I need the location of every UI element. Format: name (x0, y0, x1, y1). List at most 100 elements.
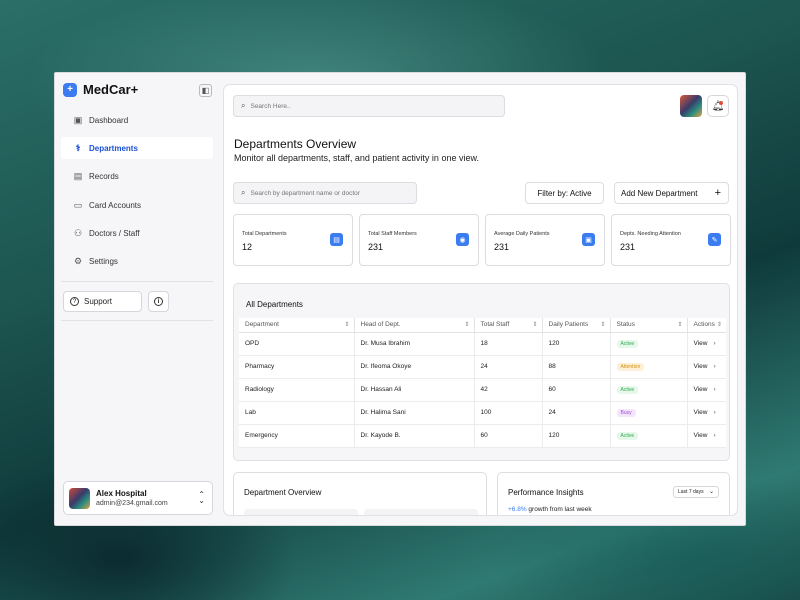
info-button[interactable]: i (148, 291, 169, 312)
document-icon: ▤ (330, 233, 343, 246)
table-title: All Departments (246, 300, 303, 309)
column-header-label: Department (245, 321, 279, 329)
filter-dropdown[interactable]: Filter by: Active (525, 182, 604, 204)
notifications-button[interactable]: 🔔︎ (707, 95, 729, 117)
sidebar-item-label: Settings (89, 257, 118, 267)
chevron-right-icon: › (713, 432, 716, 439)
status-cell: Attention (610, 355, 688, 379)
collapse-sidebar-button[interactable]: ◧ (199, 84, 212, 97)
main-panel: ⌕ 🔔︎ Departments Overview Monitor all de… (223, 84, 738, 516)
performance-insights-title: Performance Insights (508, 488, 584, 497)
staff-cell: 100 (474, 401, 543, 425)
actions-cell: View › (687, 355, 726, 379)
column-header[interactable]: Actions ⇕ (687, 318, 726, 333)
add-department-button[interactable]: Add New Department + (614, 182, 729, 204)
user-icon: ◉ (456, 233, 469, 246)
column-header[interactable]: Daily Patients ⇕ (542, 318, 611, 333)
head-cell: Dr. Musa Ibrahim (354, 332, 475, 356)
sidebar-item-label: Departments (89, 143, 138, 153)
dashboard-icon: ▣ (73, 114, 83, 125)
staff-cell: 60 (474, 424, 543, 448)
table-row: OPD Dr. Musa Ibrahim 18 120 Active View › (239, 332, 726, 356)
sort-icon: ⇕ (716, 322, 722, 328)
table-row: Emergency Dr. Kayode B. 60 120 Active View › (239, 424, 726, 448)
view-button[interactable]: View › (694, 386, 716, 393)
page-title: Departments Overview (234, 137, 357, 151)
sidebar-item-doctors-staff[interactable]: ⚇ Doctors / Staff (61, 223, 213, 245)
avatar[interactable] (680, 95, 702, 117)
global-search-input[interactable] (250, 102, 488, 110)
growth-value: +6.8% (508, 506, 527, 513)
column-header-label: Actions (693, 321, 715, 329)
staff-cell: 18 (474, 332, 543, 356)
sidebar-item-departments[interactable]: ⚕ Departments (61, 137, 213, 160)
sort-icon: ⇕ (677, 322, 683, 328)
sort-icon: ⇕ (344, 322, 350, 328)
department-overview-title: Department Overview (244, 488, 322, 497)
info-icon: i (154, 297, 163, 306)
departments-icon: ⚕ (75, 142, 81, 153)
view-label: View (693, 340, 708, 347)
user-email: admin@234.gmail.com (96, 500, 168, 507)
department-cell: Pharmacy (239, 355, 355, 379)
table-row: Pharmacy Dr. Ifeoma Okoye 24 88 Attention Vie… (239, 355, 726, 379)
department-search-input[interactable] (250, 189, 408, 197)
patients-cell: 60 (542, 378, 611, 402)
chevron-right-icon: › (713, 363, 716, 370)
department-search[interactable]: ⌕ (233, 182, 417, 204)
view-button[interactable]: View › (694, 340, 716, 347)
stat-label: Total Departments (242, 231, 287, 237)
chevron-down-icon: ⌄ (708, 489, 714, 495)
view-button[interactable]: View › (694, 363, 716, 370)
patients-cell: 24 (542, 401, 611, 425)
chevron-right-icon: › (713, 340, 716, 347)
avatar (69, 487, 90, 509)
stat-card: Depts. Needing Attention 231 ✎ (611, 214, 731, 266)
view-button[interactable]: View › (694, 409, 716, 416)
stat-card: Total Staff Members 231 ◉ (359, 214, 479, 266)
page-subtitle: Monitor all departments, staff, and pati… (234, 153, 479, 163)
card-icon: ▭ (73, 199, 83, 210)
column-header[interactable]: Department ⇕ (239, 318, 355, 333)
sidebar-item-card-accounts[interactable]: ▭ Card Accounts (61, 194, 213, 216)
column-header[interactable]: Head of Dept. ⇕ (354, 318, 475, 333)
sidebar-item-settings[interactable]: ⚙ Settings (61, 251, 213, 273)
period-select[interactable]: Last 7 days ⌄ (673, 486, 719, 498)
column-header-label: Total Staff (480, 321, 510, 329)
brand: + MedCar+ (63, 82, 138, 97)
head-cell: Dr. Halima Sani (354, 401, 475, 425)
view-label: View (693, 432, 708, 439)
growth-text: growth from last week (526, 506, 592, 513)
user-account-switcher[interactable]: Alex Hospital admin@234.gmail.com ⌃ ⌄ (63, 481, 213, 515)
sidebar-item-records[interactable]: ▤ Records (61, 166, 213, 188)
growth-summary: +6.8% growth from last week (508, 506, 592, 513)
status-badge: Active (616, 385, 639, 394)
support-button[interactable]: ? Support (63, 291, 142, 312)
column-header-label: Status (616, 321, 635, 329)
column-header[interactable]: Total Staff ⇕ (474, 318, 543, 333)
table-row: Radiology Dr. Hassan Ali 42 60 Active View › (239, 378, 726, 402)
divider (61, 281, 213, 282)
department-overview-card: Department Overview (233, 472, 487, 515)
stat-value: 12 (242, 242, 253, 252)
status-badge: Active (616, 339, 639, 348)
placeholder-block (244, 509, 358, 515)
medcar-logo-icon: + (63, 82, 77, 97)
stat-label: Total Staff Members (368, 231, 417, 237)
column-header[interactable]: Status ⇕ (610, 318, 688, 333)
table-header-row: Department ⇕ Head of Dept. ⇕ Total Staff ⇕ Dai… (239, 318, 726, 333)
status-cell: Active (610, 332, 688, 356)
sidebar-item-label: Records (89, 172, 119, 182)
view-button[interactable]: View › (694, 432, 716, 439)
sort-icon: ⇕ (464, 322, 470, 328)
column-header-label: Daily Patients (548, 321, 589, 329)
chevron-up-down-icon: ⌃ ⌄ (198, 490, 205, 505)
view-label: View (693, 409, 708, 416)
actions-cell: View › (687, 378, 726, 402)
sidebar-item-label: Doctors / Staff (89, 229, 140, 239)
global-search[interactable]: ⌕ (233, 95, 505, 117)
sidebar-item-dashboard[interactable]: ▣ Dashboard (61, 109, 213, 131)
table-row: Lab Dr. Halima Sani 100 24 Busy View › (239, 401, 726, 425)
view-label: View (693, 386, 708, 393)
sidebar-toggle-icon: ◧ (201, 86, 210, 95)
